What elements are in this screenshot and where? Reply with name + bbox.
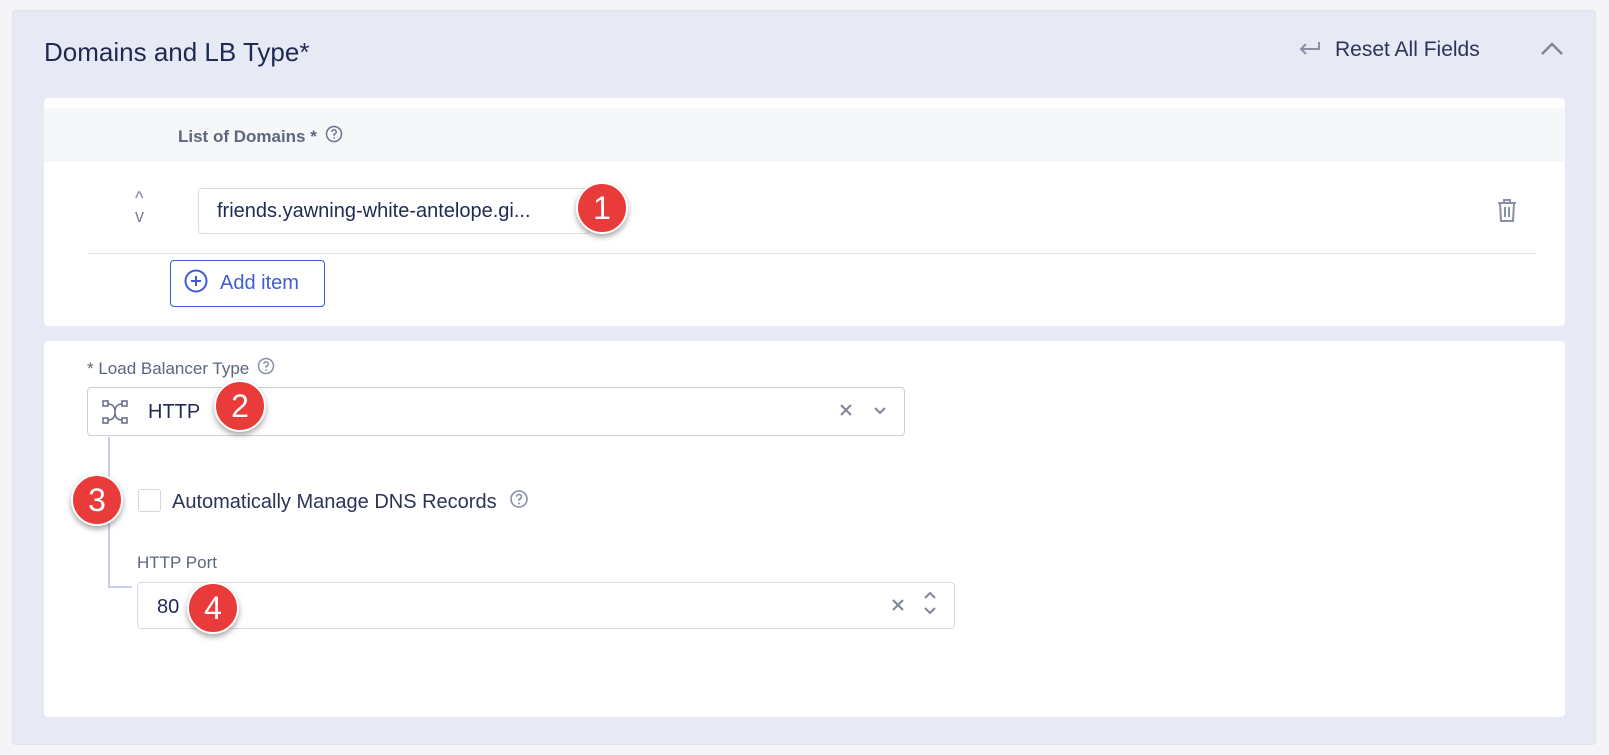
chevron-up-icon (1539, 42, 1565, 61)
plus-circle-icon (184, 269, 208, 299)
dns-checkbox[interactable] (138, 489, 161, 512)
list-of-domains-label: List of Domains * (178, 125, 343, 148)
tree-connector-branch (108, 586, 132, 588)
reset-label: Reset All Fields (1335, 38, 1480, 61)
required-mark: * (299, 37, 310, 67)
row-divider (87, 253, 1536, 254)
reorder-controls: ^ v (135, 189, 144, 225)
annotation-marker-3: 3 (71, 474, 123, 526)
annotation-marker-1: 1 (576, 182, 628, 234)
move-up-icon[interactable]: ^ (135, 189, 144, 207)
list-of-domains-text: List of Domains * (178, 126, 317, 146)
load-balancer-type-label: * Load Balancer Type (87, 357, 275, 380)
domain-input[interactable]: friends.yawning-white-antelope.gi... (198, 188, 590, 234)
collapse-section-button[interactable] (1539, 41, 1565, 62)
section-title: Domains and LB Type* (44, 37, 309, 68)
dns-label: Automatically Manage DNS Records (172, 489, 529, 515)
help-icon[interactable] (257, 357, 275, 380)
stepper-down-icon[interactable] (922, 605, 938, 617)
add-item-label: Add item (220, 272, 299, 294)
chevron-down-icon[interactable] (872, 404, 888, 422)
port-stepper[interactable] (922, 589, 938, 617)
http-port-label: HTTP Port (137, 553, 217, 572)
help-icon[interactable] (509, 489, 529, 515)
http-port-value: 80 (157, 596, 180, 618)
list-of-domains-header: List of Domains * (44, 108, 1565, 162)
domains-lb-section: Domains and LB Type* Reset All Fields Li… (12, 10, 1596, 745)
clear-icon[interactable] (888, 595, 908, 620)
load-balancer-type-text: * Load Balancer Type (87, 358, 250, 378)
load-balancer-type-select[interactable]: HTTP (87, 387, 905, 436)
load-balancer-card: * Load Balancer Type HTTP Automatically … (44, 341, 1565, 717)
dns-label-text: Automatically Manage DNS Records (172, 490, 497, 513)
section-title-text: Domains and LB Type (44, 37, 300, 67)
help-icon[interactable] (325, 125, 343, 148)
annotation-marker-4: 4 (187, 582, 239, 634)
annotation-marker-2: 2 (214, 380, 266, 432)
move-down-icon[interactable]: v (135, 207, 144, 225)
stepper-up-icon[interactable] (922, 589, 938, 601)
selected-value: HTTP (148, 401, 201, 423)
load-balancer-icon (102, 400, 128, 429)
clear-icon[interactable] (836, 400, 856, 425)
delete-item-button[interactable] (1495, 197, 1519, 228)
reset-all-fields-button[interactable]: Reset All Fields (1297, 38, 1480, 62)
domains-card: List of Domains * ^ v friends.yawning-wh… (44, 98, 1565, 326)
add-item-button[interactable]: Add item (170, 260, 325, 307)
trash-icon (1495, 199, 1519, 227)
reset-icon (1297, 39, 1323, 61)
http-port-input[interactable]: 80 (137, 582, 955, 629)
